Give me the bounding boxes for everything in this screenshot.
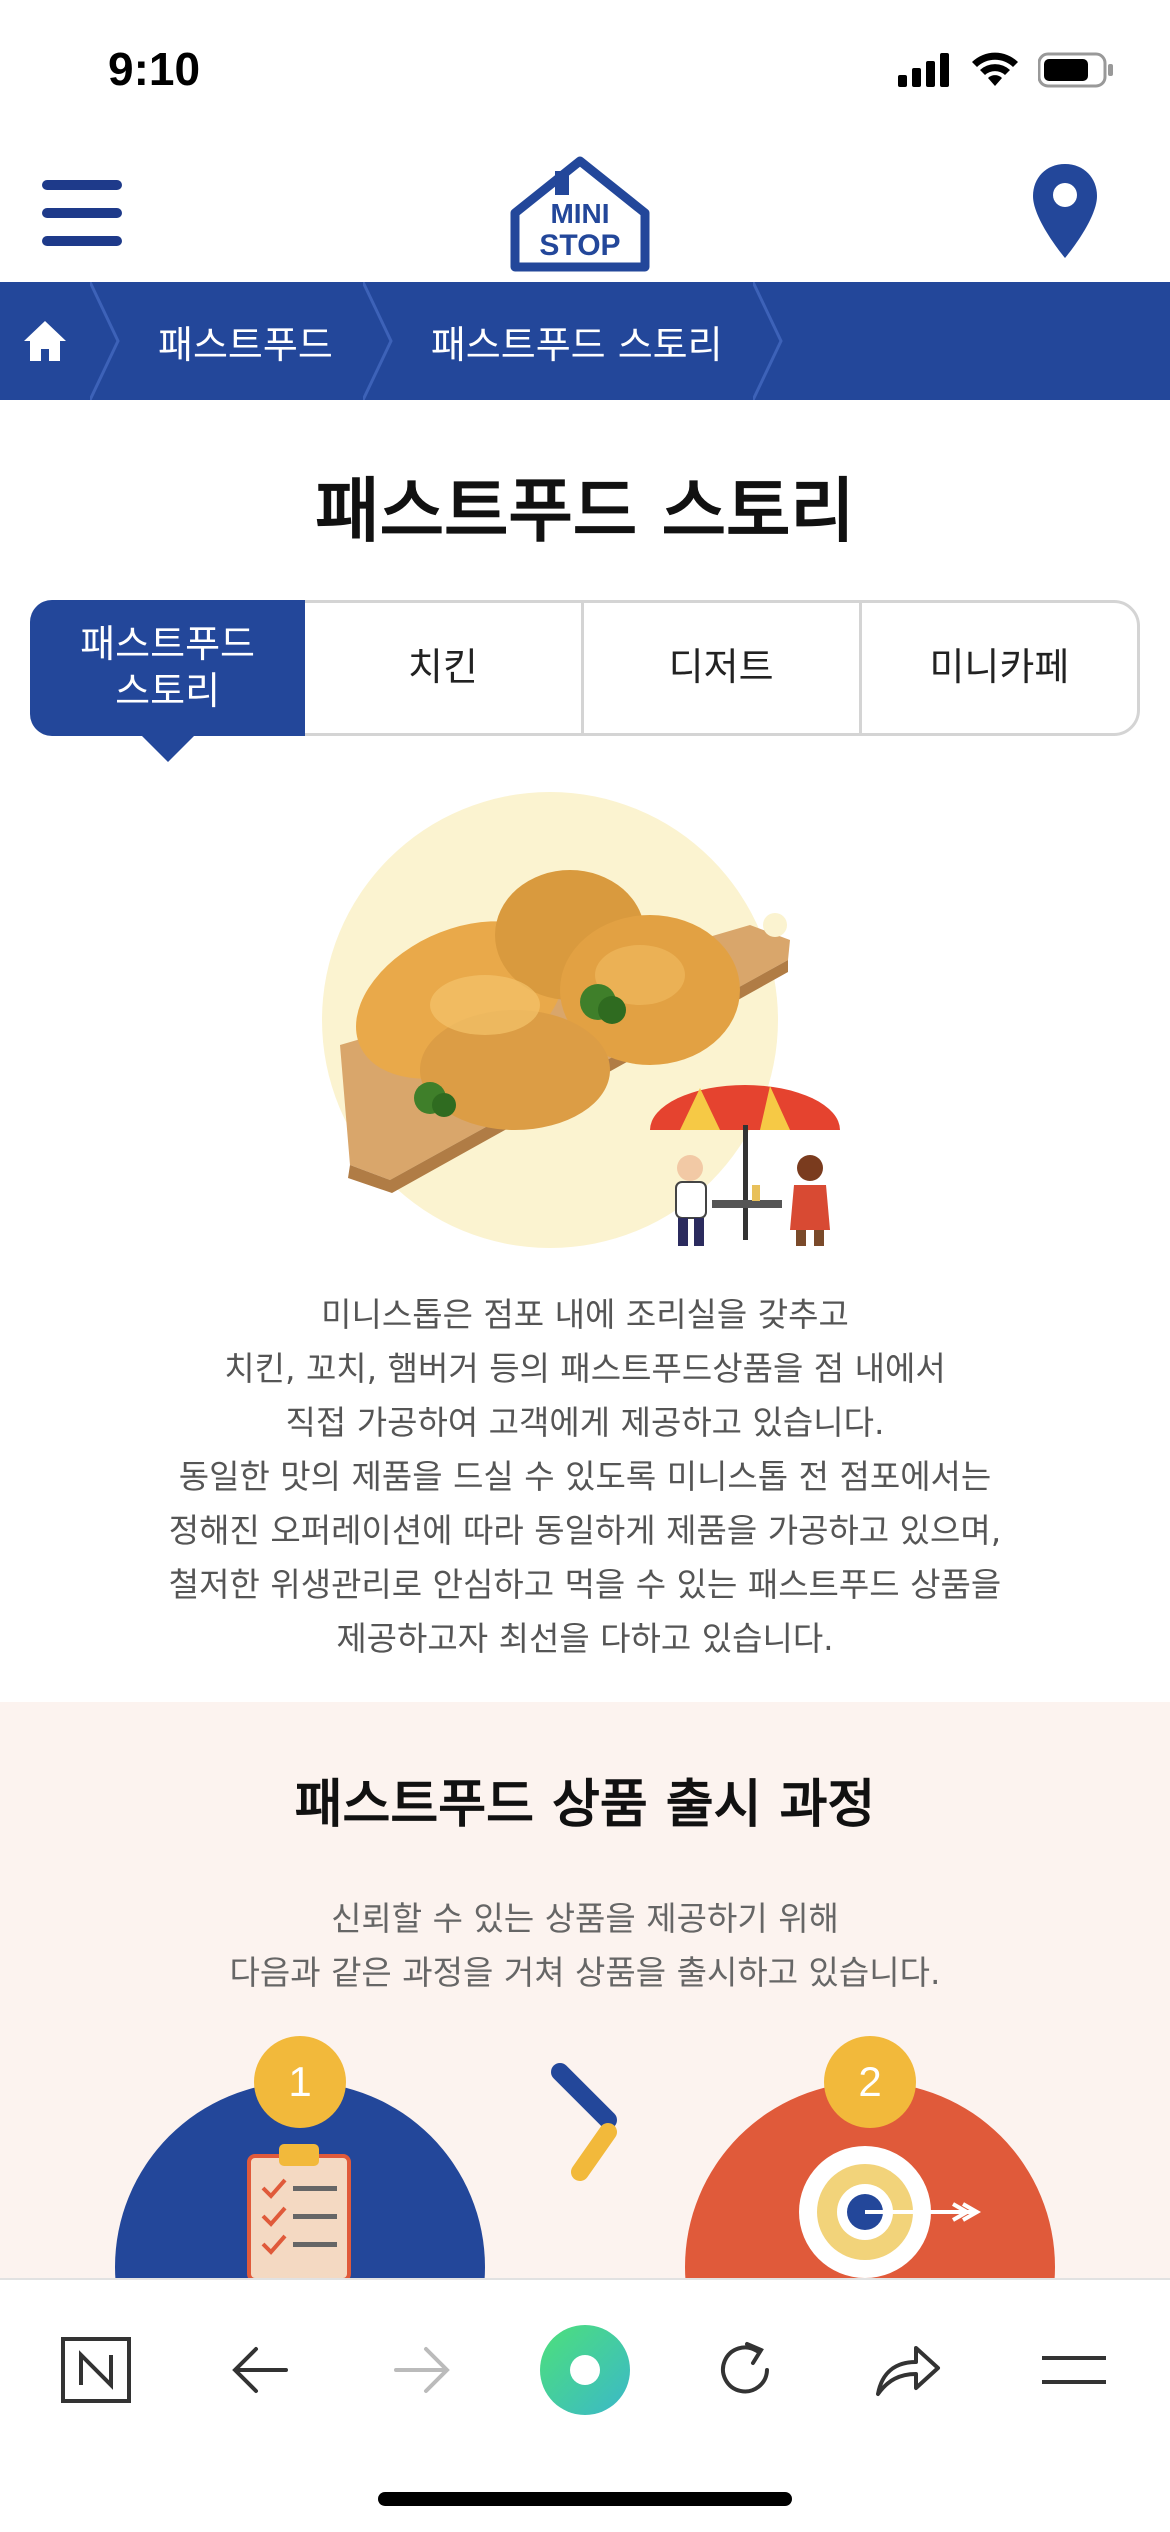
reload-button[interactable] <box>695 2320 795 2420</box>
chevron-right-icon <box>90 282 120 400</box>
browser-menu-button[interactable] <box>1024 2320 1124 2420</box>
status-bar: 9:10 <box>0 0 1170 150</box>
tab-label: 디저트 <box>668 645 774 690</box>
intro-line: 동일한 맛의 제품을 드실 수 있도록 미니스톱 전 점포에서는 <box>178 1457 992 1496</box>
site-header: MINI STOP <box>0 150 1170 282</box>
menu-bar <box>42 208 122 218</box>
chevron-right-icon <box>752 282 783 400</box>
home-indicator <box>378 2492 792 2506</box>
breadcrumb: 패스트푸드 패스트푸드 스토리 <box>0 282 1170 400</box>
tab-chicken[interactable]: 치킨 <box>305 603 584 733</box>
ministop-logo[interactable]: MINI STOP <box>495 155 665 275</box>
breadcrumb-item-story[interactable]: 패스트푸드 스토리 <box>393 282 753 400</box>
intro-line: 직접 가공하여 고객에게 제공하고 있습니다. <box>285 1403 885 1442</box>
home-icon <box>24 321 66 361</box>
naver-n-button[interactable] <box>46 2320 146 2420</box>
fried-chicken-illustration <box>322 792 840 1248</box>
tab-minicafe[interactable]: 미니카페 <box>862 603 1137 733</box>
target-arrow-icon <box>799 2146 982 2278</box>
naver-n-icon <box>61 2337 131 2403</box>
tab-label: 치킨 <box>407 645 478 690</box>
tab-fastfood-story[interactable]: 패스트푸드 스토리 <box>30 600 306 762</box>
green-home-icon <box>540 2325 630 2415</box>
forward-arrow-icon <box>394 2347 450 2393</box>
reload-icon <box>721 2342 769 2394</box>
intro-line: 미니스톱은 점포 내에 조리실을 갖추고 <box>321 1295 849 1334</box>
process-desc-line: 신뢰할 수 있는 상품을 제공하기 위해 <box>331 1899 839 1938</box>
battery-icon <box>1038 52 1113 88</box>
process-description: 신뢰할 수 있는 상품을 제공하기 위해 다음과 같은 과정을 거쳐 상품을 출… <box>0 1892 1170 2000</box>
page-title: 패스트푸드 스토리 <box>315 470 855 552</box>
forward-button[interactable] <box>372 2320 472 2420</box>
hamburger-menu-button[interactable] <box>42 180 128 248</box>
category-tabs: 패스트푸드 스토리 치킨 디저트 미니카페 <box>30 600 1140 762</box>
breadcrumb-item-fastfood[interactable]: 패스트푸드 <box>120 282 363 400</box>
back-arrow-icon <box>232 2347 288 2393</box>
chevron-right-icon <box>362 282 393 400</box>
step-2-badge: 2 <box>824 2036 916 2128</box>
menu-icon <box>1042 2356 1106 2384</box>
step-connector-arrow-icon <box>551 2063 617 2181</box>
step-1-badge: 1 <box>254 2036 346 2128</box>
green-home-button[interactable] <box>535 2320 635 2420</box>
share-button[interactable] <box>858 2320 958 2420</box>
process-title: 패스트푸드 상품 출시 과정 <box>294 1775 876 1835</box>
status-time: 9:10 <box>108 43 201 95</box>
intro-paragraph: 미니스톱은 점포 내에 조리실을 갖추고 치킨, 꼬치, 햄버거 등의 패스트푸… <box>100 1288 1070 1666</box>
tab-dessert[interactable]: 디저트 <box>584 603 862 733</box>
release-process-section: 패스트푸드 상품 출시 과정 신뢰할 수 있는 상품을 제공하기 위해 다음과 … <box>0 1702 1170 2282</box>
share-icon <box>876 2346 940 2396</box>
tab-label: 패스트푸드 스토리 <box>80 621 256 714</box>
intro-line: 치킨, 꼬치, 햄버거 등의 패스트푸드상품을 점 내에서 <box>224 1349 946 1388</box>
logo-text-bottom: STOP <box>539 229 620 262</box>
status-icons <box>898 52 1114 88</box>
tab-label: 미니카페 <box>929 645 1070 690</box>
menu-bar <box>42 236 122 246</box>
intro-line: 정해진 오퍼레이션에 따라 동일하게 제품을 가공하고 있으며, <box>168 1511 1002 1550</box>
location-pin-icon[interactable] <box>1030 162 1100 262</box>
logo-text-top: MINI <box>550 198 609 229</box>
cellular-signal-icon <box>898 53 949 87</box>
process-desc-line: 다음과 같은 과정을 거쳐 상품을 출시하고 있습니다. <box>229 1953 941 1992</box>
intro-line: 철저한 위생관리로 안심하고 먹을 수 있는 패스트푸드 상품을 <box>168 1565 1002 1604</box>
clipboard-checklist-icon <box>247 2144 351 2282</box>
breadcrumb-home[interactable] <box>0 282 90 400</box>
intro-line: 제공하고자 최선을 다하고 있습니다. <box>336 1619 834 1658</box>
menu-bar <box>42 180 122 190</box>
wifi-icon <box>972 52 1018 86</box>
back-button[interactable] <box>210 2320 310 2420</box>
